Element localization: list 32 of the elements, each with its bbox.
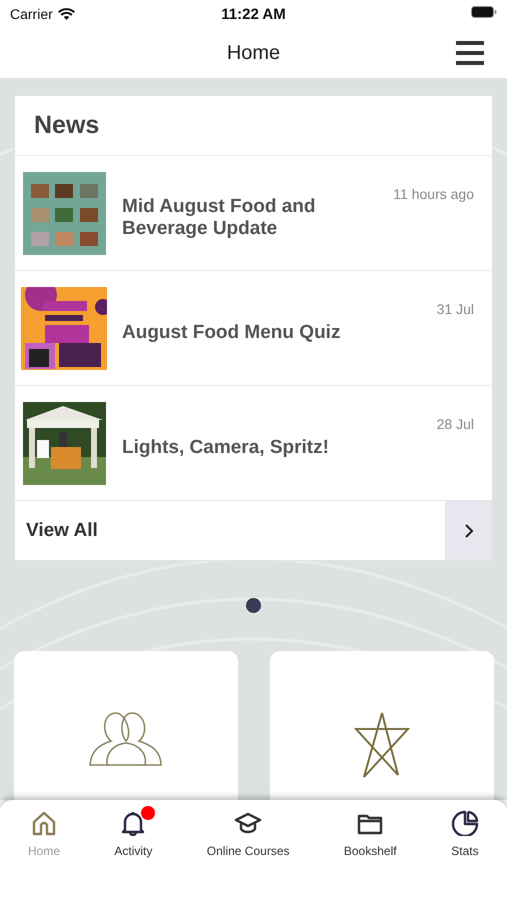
battery-icon <box>471 6 497 18</box>
view-all-link[interactable]: View All <box>15 520 445 542</box>
news-item[interactable]: August Food Menu Quiz 31 Jul <box>15 271 492 386</box>
chevron-icon <box>464 522 474 538</box>
star-icon <box>354 711 410 779</box>
graduation-cap-icon <box>234 810 262 836</box>
news-date: 28 Jul <box>436 416 474 432</box>
news-date: 11 hours ago <box>393 186 474 202</box>
menu-button[interactable] <box>455 38 485 68</box>
news-title: August Food Menu Quiz <box>122 322 342 344</box>
carrier-name: Carrier <box>10 6 53 22</box>
wifi-icon <box>58 8 75 20</box>
tab-item[interactable]: Bookshelf <box>344 810 397 858</box>
tab-item[interactable]: Activity <box>114 810 152 858</box>
feature-tile[interactable] <box>14 651 238 800</box>
tab-item[interactable]: Online Courses <box>206 810 290 858</box>
news-item[interactable]: Lights, Camera, Spritz! 28 Jul <box>15 386 492 501</box>
clock-time: 11:22 AM <box>221 6 286 22</box>
page-dot[interactable] <box>246 598 261 613</box>
home-icon <box>30 810 58 836</box>
section-heading: News <box>34 111 100 140</box>
chevron-button[interactable] <box>445 501 492 560</box>
page-title: Home <box>226 42 280 64</box>
news-title: Lights, Camera, Spritz! <box>122 437 330 459</box>
pie-chart-icon <box>450 810 479 836</box>
news-title: Mid August Food and Beverage Update <box>122 196 316 240</box>
tab-item[interactable]: Stats <box>450 810 479 858</box>
news-item[interactable]: Mid August Food and Beverage Update 11 hours ago <box>15 156 492 271</box>
news-date: 31 Jul <box>436 301 474 317</box>
people-icon <box>89 711 163 767</box>
feature-tile[interactable] <box>270 651 494 800</box>
notification-badge <box>141 806 156 820</box>
